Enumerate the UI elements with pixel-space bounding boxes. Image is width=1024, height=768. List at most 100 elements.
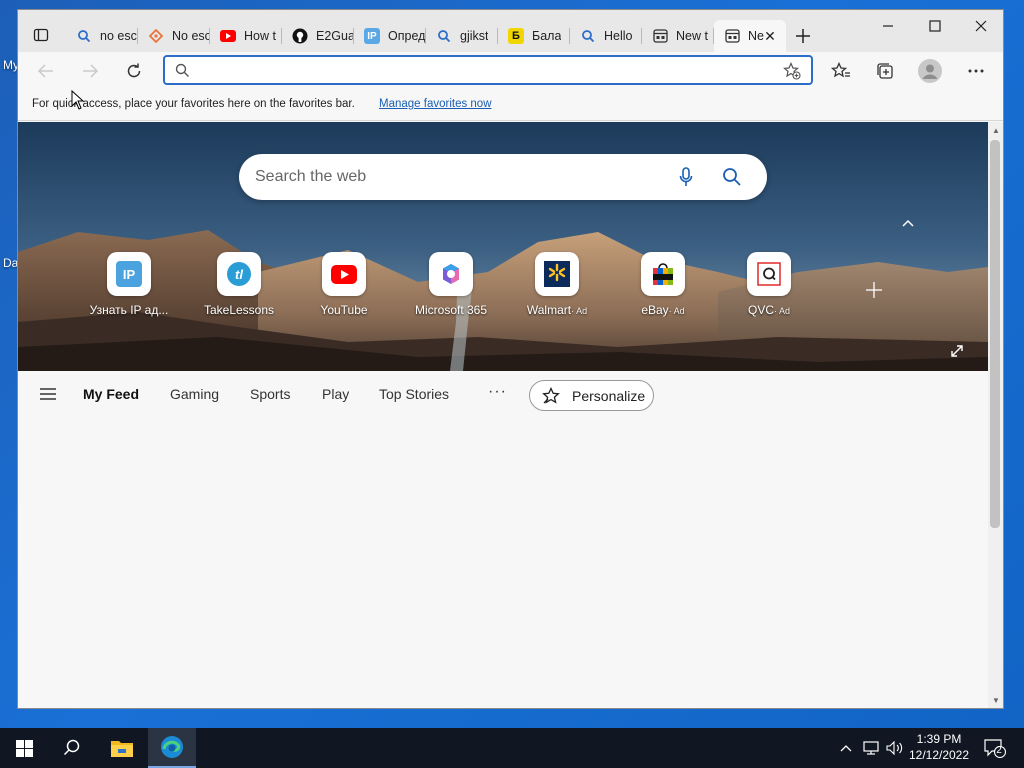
microphone-icon[interactable] [679, 167, 693, 187]
search-icon [76, 28, 92, 44]
minimize-button[interactable] [865, 10, 911, 42]
quick-link-tile[interactable]: tl TakeLessons [186, 252, 292, 322]
tab-my-feed[interactable]: My Feed [83, 386, 139, 402]
tab-gaming[interactable]: Gaming [170, 386, 219, 402]
collections-button[interactable] [870, 56, 900, 86]
ebay-icon [641, 252, 685, 296]
tab-no-esc-1[interactable]: no esc [66, 20, 138, 52]
quick-link-name: Microsoft 365 [414, 303, 488, 317]
title-bar: no esc No esc How t E2Gua IP Опред gjiks… [18, 10, 1003, 52]
expand-icon[interactable] [949, 343, 965, 359]
tab-title: No esc [172, 29, 210, 43]
clock[interactable]: 1:39 PM 12/12/2022 [900, 731, 978, 763]
tab-new-tab[interactable]: New t [642, 20, 714, 52]
navigation-toolbar [18, 52, 1003, 90]
network-icon [863, 741, 879, 755]
show-hidden-icons-button[interactable] [836, 728, 856, 768]
tab-play[interactable]: Play [322, 386, 349, 402]
folder-icon [111, 741, 133, 757]
tab-actions-icon [33, 28, 49, 42]
tab-active-new-tab[interactable]: Ne ✕ [714, 20, 786, 52]
quick-link-tile[interactable]: YouTube [291, 252, 397, 322]
action-center-button[interactable]: 2 [982, 728, 1008, 768]
tab-sports[interactable]: Sports [250, 386, 290, 402]
b-letter-icon: Б [508, 28, 524, 44]
plus-icon [796, 29, 810, 43]
scrollbar-thumb[interactable] [990, 140, 1000, 528]
tab-title: Hello [604, 29, 633, 43]
quick-link-tile[interactable]: eBay· Ad [610, 252, 716, 322]
edge-browser-button[interactable] [148, 728, 196, 768]
tab-opred[interactable]: IP Опред [354, 20, 426, 52]
profile-button[interactable] [915, 56, 945, 86]
tab-no-esc-2[interactable]: No esc [138, 20, 210, 52]
personalize-button[interactable]: Personalize [529, 380, 654, 411]
add-site-plus-icon[interactable] [863, 279, 885, 301]
new-tab-button[interactable] [786, 20, 820, 52]
quick-link-label: TakeLessons [186, 303, 292, 317]
quick-link-name: eBay [641, 303, 669, 317]
tab-gjikst[interactable]: gjikst [426, 20, 498, 52]
web-search-box[interactable]: Search the web [239, 154, 767, 200]
mouse-cursor-icon [71, 90, 85, 110]
youtube-icon [322, 252, 366, 296]
network-button[interactable] [860, 728, 882, 768]
ad-label: · Ad [668, 306, 685, 316]
quick-link-tile[interactable]: Walmart· Ad [504, 252, 610, 322]
scroll-down-arrow-icon[interactable]: ▼ [991, 696, 1001, 706]
add-favorite-icon[interactable] [783, 62, 801, 80]
quick-link-label: YouTube [291, 303, 397, 317]
ad-label: · Ad [774, 306, 791, 316]
settings-more-button[interactable] [961, 56, 991, 86]
close-tab-icon[interactable]: ✕ [762, 28, 778, 44]
forward-arrow-icon [83, 64, 98, 78]
refresh-button[interactable] [119, 56, 149, 86]
tab-balab[interactable]: Б Бала [498, 20, 570, 52]
quick-link-label: QVC· Ad [716, 303, 822, 317]
notification-count-badge: 2 [996, 745, 1002, 756]
more-topics-button[interactable]: ··· [488, 383, 507, 401]
chevron-up-icon[interactable] [898, 215, 918, 231]
walmart-icon [535, 252, 579, 296]
quick-link-tile[interactable]: QVC· Ad [716, 252, 822, 322]
tab-title: no esc [100, 29, 137, 43]
feed-navigation: My Feed Gaming Sports Play Top Stories ·… [18, 371, 988, 419]
ip-icon: IP [364, 28, 380, 44]
newtab-icon [724, 28, 740, 44]
quick-link-name: Walmart [526, 303, 572, 317]
search-icon[interactable] [722, 167, 742, 187]
maximize-button[interactable] [912, 10, 958, 42]
tab-e2guardian[interactable]: E2Gua [282, 20, 354, 52]
close-window-button[interactable] [958, 10, 1003, 42]
chevron-up-icon [840, 745, 852, 752]
file-explorer-button[interactable] [98, 728, 146, 768]
browser-window: no esc No esc How t E2Gua IP Опред gjiks… [17, 9, 1004, 709]
tab-title: E2Gua [316, 29, 354, 43]
youtube-icon [220, 28, 236, 44]
start-button[interactable] [0, 728, 48, 768]
hamburger-menu-icon[interactable] [39, 387, 57, 401]
manage-favorites-link[interactable]: Manage favorites now [379, 98, 492, 110]
tab-top-stories[interactable]: Top Stories [379, 386, 449, 402]
address-input[interactable] [195, 59, 775, 81]
favorites-icon [831, 62, 850, 78]
quick-link-name: Узнать IP ад... [89, 303, 169, 317]
maximize-icon [929, 20, 941, 32]
tab-how-to[interactable]: How t [210, 20, 282, 52]
ad-label: · Ad [571, 306, 588, 316]
github-icon [292, 28, 308, 44]
quick-link-name: QVC [747, 303, 774, 317]
tab-actions-button[interactable] [26, 22, 56, 48]
favorites-button[interactable] [826, 56, 856, 86]
quick-link-tile[interactable]: Microsoft 365 [398, 252, 504, 322]
address-bar[interactable] [163, 55, 813, 85]
new-tab-page: Search the web IP Узнать IP ад... tl Tak… [18, 122, 988, 708]
minimize-icon [883, 25, 893, 27]
search-button[interactable] [48, 728, 96, 768]
quick-link-tile[interactable]: IP Узнать IP ад... [76, 252, 182, 322]
page-scrollbar[interactable]: ▲ ▼ [988, 122, 1003, 708]
tab-hello[interactable]: Hello [570, 20, 642, 52]
forward-button[interactable] [75, 56, 105, 86]
scroll-up-arrow-icon[interactable]: ▲ [991, 126, 1001, 136]
back-button[interactable] [31, 56, 61, 86]
